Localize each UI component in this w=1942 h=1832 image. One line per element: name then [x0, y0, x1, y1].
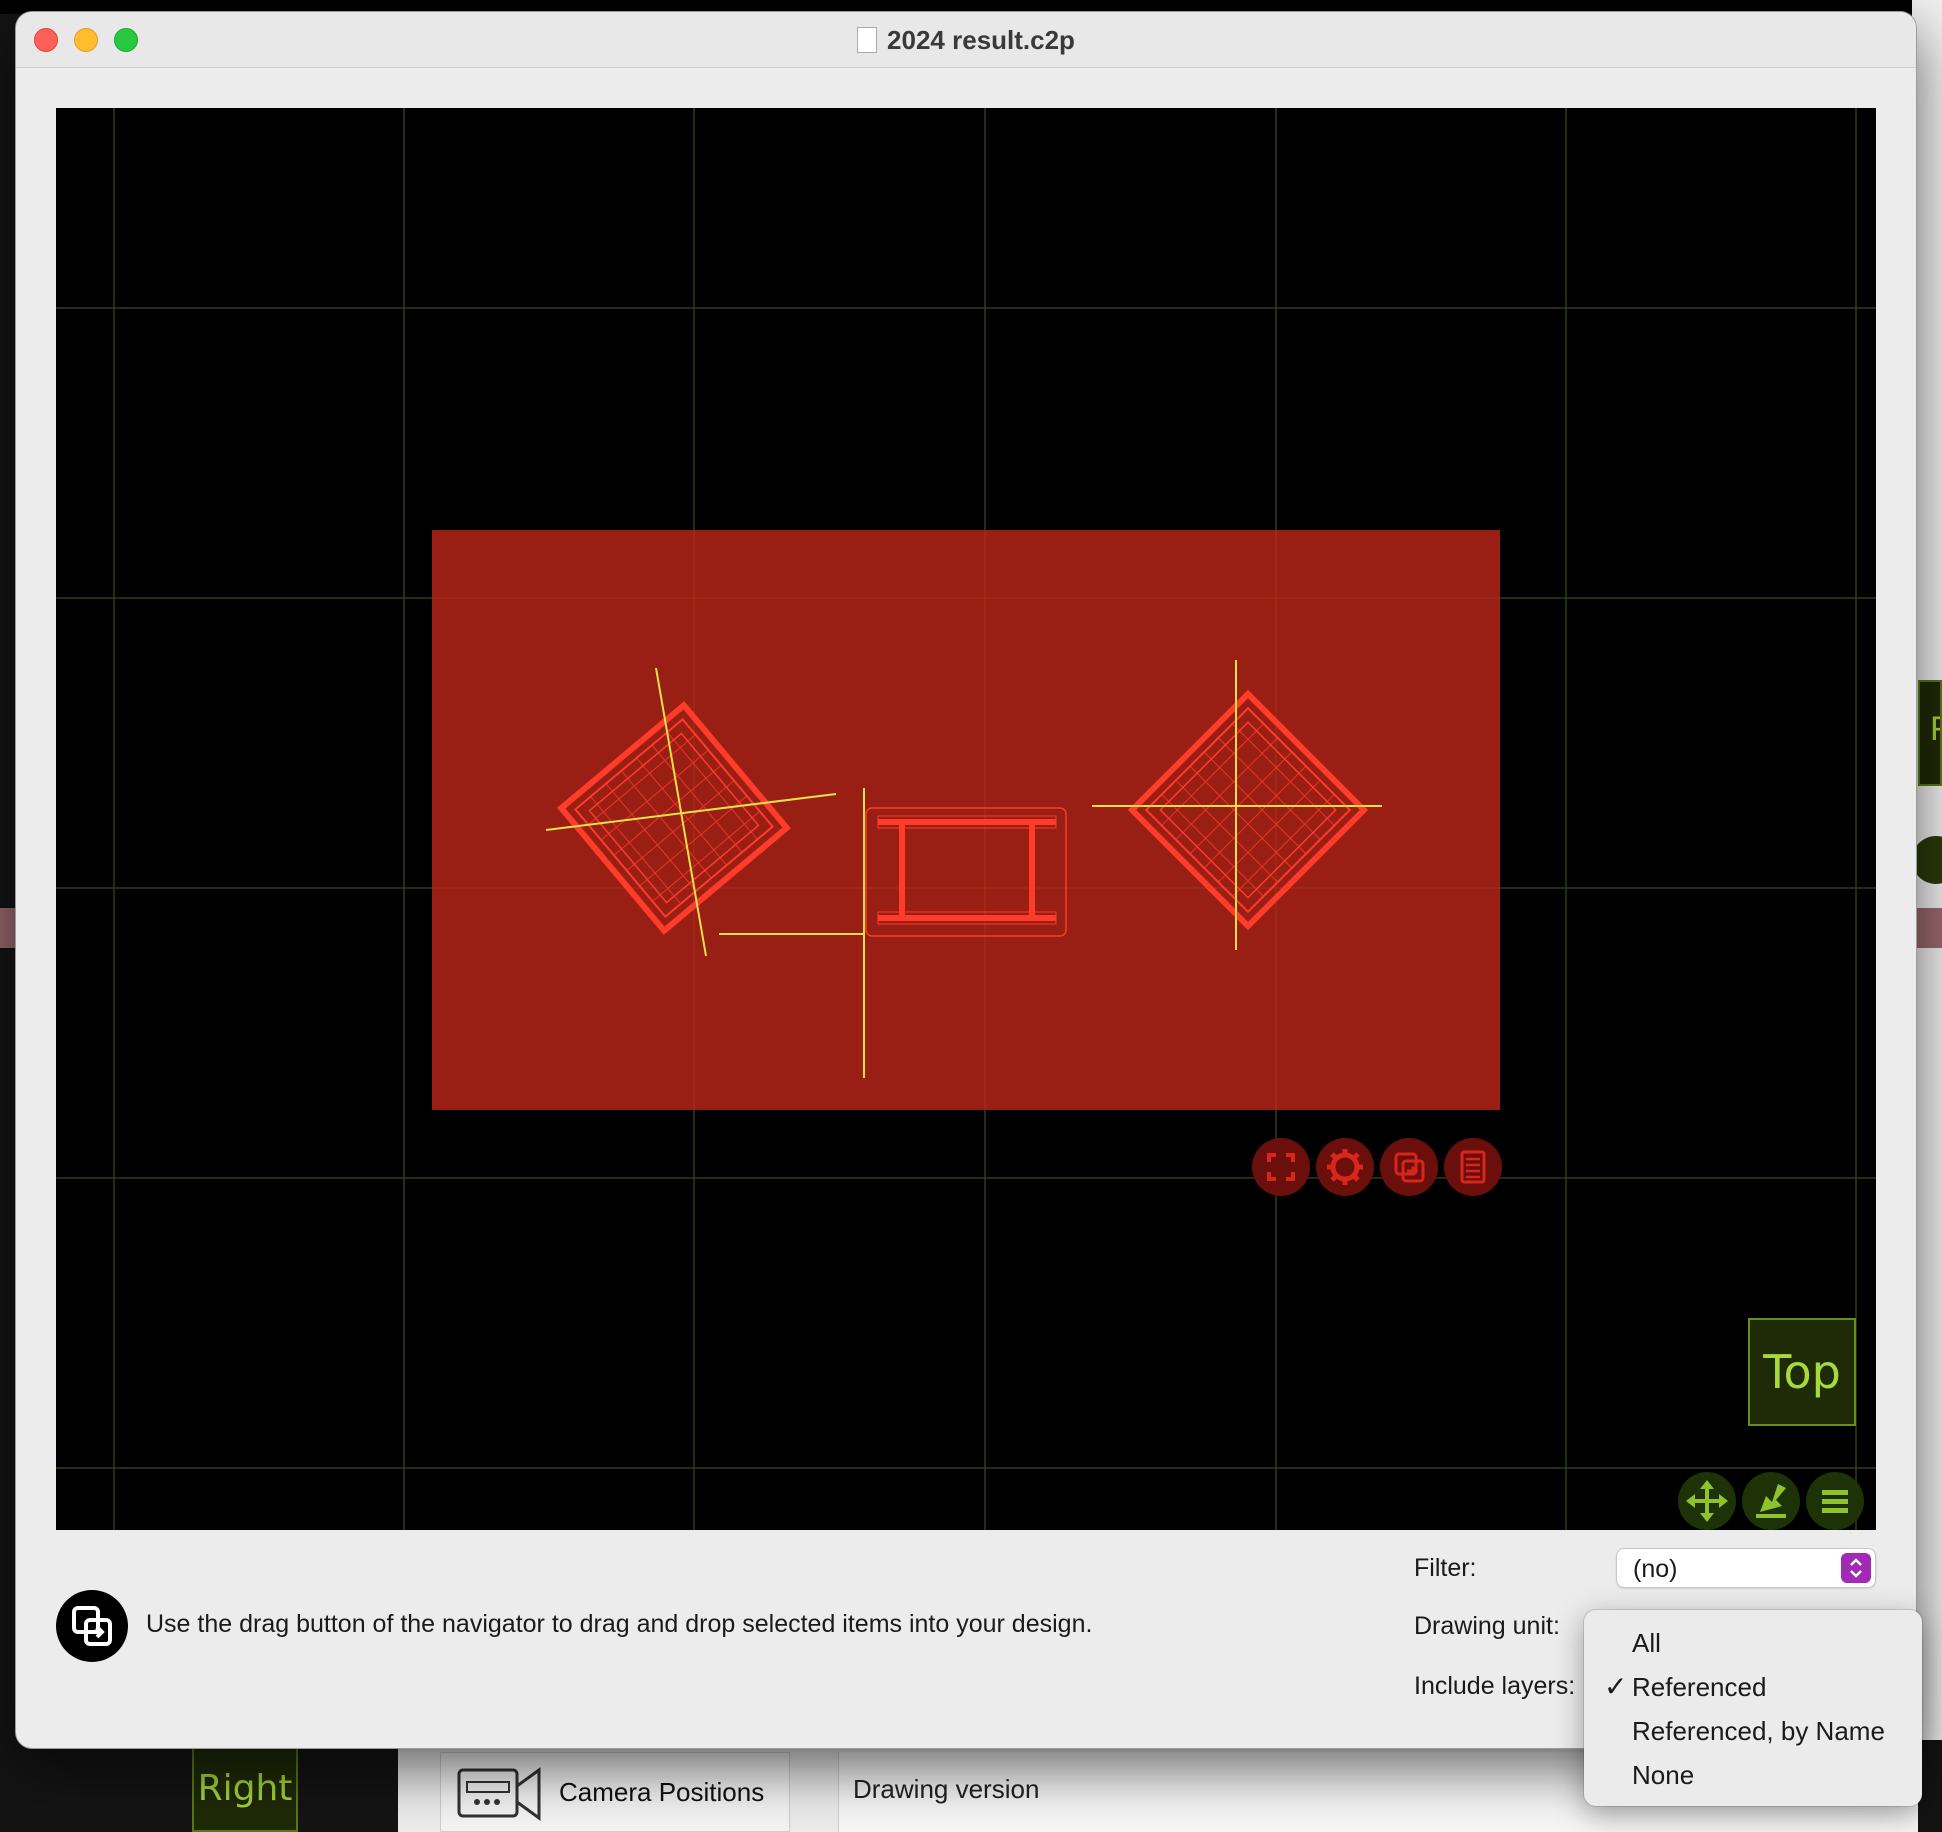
menu-item-all[interactable]: All: [1584, 1620, 1922, 1664]
menu-item-referenced-by-name[interactable]: Referenced, by Name: [1584, 1708, 1922, 1752]
menu-lines-icon: [1822, 1490, 1848, 1513]
window-title-text: 2024 result.c2p: [887, 24, 1075, 55]
document-icon: [857, 27, 878, 53]
navigator-menu-button[interactable]: [1806, 1472, 1864, 1530]
drag-copy-button[interactable]: [1380, 1138, 1438, 1196]
menu-item-referenced[interactable]: ✓ Referenced: [1584, 1664, 1922, 1708]
move-button[interactable]: [1678, 1472, 1736, 1530]
background-side-badge: F: [1918, 680, 1942, 786]
menu-item-none[interactable]: None: [1584, 1752, 1922, 1796]
drag-copy-icon: [1394, 1152, 1425, 1183]
background-right-view-label[interactable]: Right: [192, 1744, 298, 1832]
gear-icon: [1327, 1149, 1363, 1185]
include-layers-label: Include layers:: [1414, 1672, 1576, 1700]
list-button[interactable]: [1444, 1138, 1502, 1196]
filter-select[interactable]: (no): [1616, 1548, 1876, 1588]
checkmark-icon: ✓: [1604, 1671, 1628, 1702]
camera-positions-label: Camera Positions: [559, 1776, 765, 1807]
view-orientation-label[interactable]: Top: [1748, 1318, 1856, 1426]
background-left-pink-bar: [0, 908, 16, 948]
background-pink-bar: [1912, 908, 1942, 948]
viewport-canvas[interactable]: [56, 108, 1876, 1530]
window-title: 2024 result.c2p: [16, 12, 1916, 68]
move-arrows-icon: [1686, 1480, 1728, 1522]
fit-view-button[interactable]: [1252, 1138, 1310, 1196]
list-icon: [1460, 1150, 1486, 1184]
filter-select-value: (no): [1633, 1555, 1678, 1583]
include-layers-menu[interactable]: All ✓ Referenced Referenced, by Name Non…: [1584, 1610, 1922, 1806]
select-chevron-icon: [1841, 1553, 1871, 1583]
drawing-viewport[interactable]: Top: [56, 108, 1876, 1530]
camera-icon: [457, 1767, 541, 1821]
filter-label: Filter:: [1414, 1554, 1477, 1582]
camera-positions-button[interactable]: Camera Positions: [440, 1752, 790, 1832]
drag-into-design-button[interactable]: [1742, 1472, 1800, 1530]
drag-hint-icon: [56, 1590, 128, 1662]
drawing-unit-label: Drawing unit:: [1414, 1612, 1560, 1640]
document-window: 2024 result.c2p Top Use the drag button …: [16, 12, 1916, 1748]
download-arrow-icon: [1756, 1484, 1786, 1518]
settings-button[interactable]: [1316, 1138, 1374, 1196]
title-bar[interactable]: 2024 result.c2p: [16, 12, 1916, 68]
fit-view-icon: [1267, 1153, 1295, 1181]
drag-hint-text: Use the drag button of the navigator to …: [146, 1610, 1093, 1638]
